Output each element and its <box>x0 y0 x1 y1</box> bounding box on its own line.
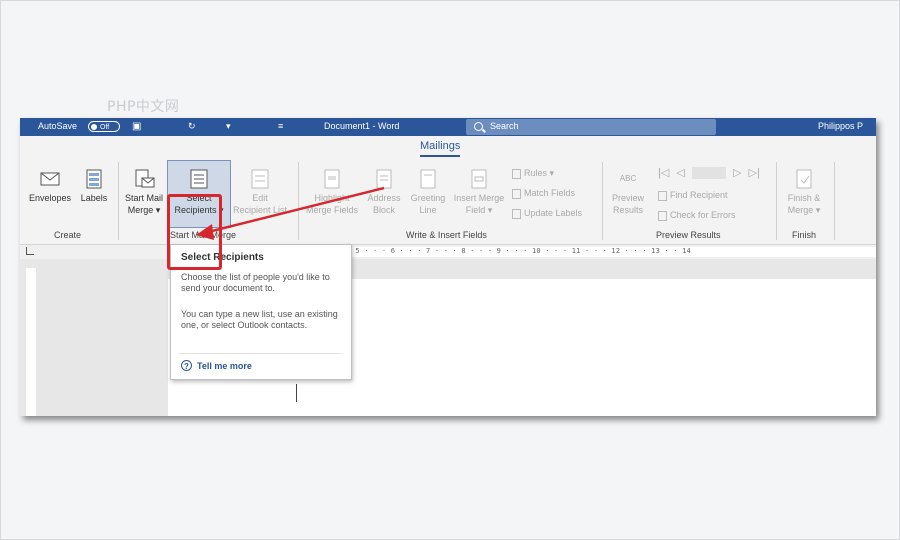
red-arrow-icon <box>196 186 385 240</box>
